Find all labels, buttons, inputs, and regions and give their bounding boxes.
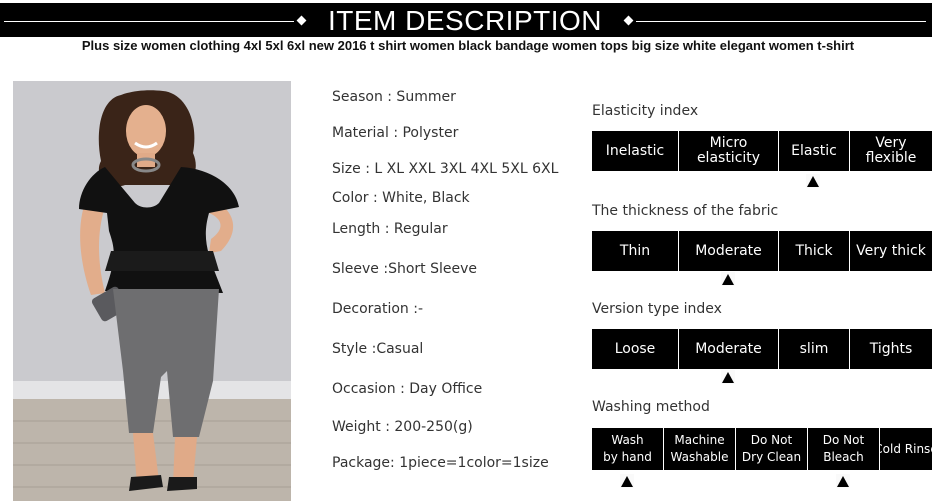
washing-option: Cold Rinse — [880, 428, 932, 470]
thickness-title: The thickness of the fabric — [592, 203, 779, 219]
version-marker-icon — [721, 370, 735, 384]
version-type-scale: Loose Moderate slim Tights — [592, 329, 932, 369]
header-rule-right — [636, 21, 926, 22]
washing-option: Machine Washable — [664, 428, 736, 470]
thickness-option: Very thick — [850, 231, 932, 271]
elasticity-index-title: Elasticity index — [592, 103, 699, 119]
do-not-bleach-marker-icon — [836, 474, 850, 488]
washing-option: Wash by hand — [592, 428, 664, 470]
washing-option: Do Not Dry Clean — [736, 428, 808, 470]
elasticity-option: Inelastic — [592, 131, 679, 171]
header-rule-left — [4, 21, 294, 22]
thickness-option: Thin — [592, 231, 679, 271]
elasticity-marker-icon — [806, 174, 820, 188]
spec-style: Style :Casual — [332, 341, 424, 357]
spec-weight: Weight : 200-250(g) — [332, 419, 473, 435]
spec-package: Package: 1piece=1color=1size — [332, 455, 549, 471]
spec-size: Size : L XL XXL 3XL 4XL 5XL 6XL — [332, 161, 559, 177]
spec-length: Length : Regular — [332, 221, 448, 237]
header-bar: ITEM DESCRIPTION — [0, 3, 932, 37]
version-option: Tights — [850, 329, 932, 369]
elasticity-option: Elastic — [779, 131, 850, 171]
thickness-option: Thick — [779, 231, 850, 271]
version-type-title: Version type index — [592, 301, 722, 317]
spec-material: Material : Polyster — [332, 125, 459, 141]
product-photo — [13, 81, 291, 501]
product-title: Plus size women clothing 4xl 5xl 6xl new… — [81, 38, 855, 53]
spec-occasion: Occasion : Day Office — [332, 381, 483, 397]
diamond-icon — [623, 15, 634, 26]
version-option: slim — [779, 329, 850, 369]
version-option: Moderate — [679, 329, 779, 369]
washing-method-title: Washing method — [592, 399, 710, 415]
header-title: ITEM DESCRIPTION — [327, 5, 602, 36]
spec-color: Color : White, Black — [332, 190, 470, 206]
washing-method-scale: Wash by hand Machine Washable Do Not Dry… — [592, 428, 932, 470]
version-option: Loose — [592, 329, 679, 369]
spec-season: Season : Summer — [332, 89, 456, 105]
elasticity-option: Micro elasticity — [679, 131, 779, 171]
thickness-marker-icon — [721, 272, 735, 286]
elasticity-index-scale: Inelastic Micro elasticity Elastic Very … — [592, 131, 932, 171]
diamond-icon — [296, 15, 307, 26]
washing-option: Do Not Bleach — [808, 428, 880, 470]
thickness-option: Moderate — [679, 231, 779, 271]
spec-sleeve: Sleeve :Short Sleeve — [332, 261, 477, 277]
spec-decoration: Decoration :- — [332, 301, 424, 317]
wash-by-hand-marker-icon — [620, 474, 634, 488]
elasticity-option: Very flexible — [850, 131, 932, 171]
thickness-scale: Thin Moderate Thick Very thick — [592, 231, 932, 271]
